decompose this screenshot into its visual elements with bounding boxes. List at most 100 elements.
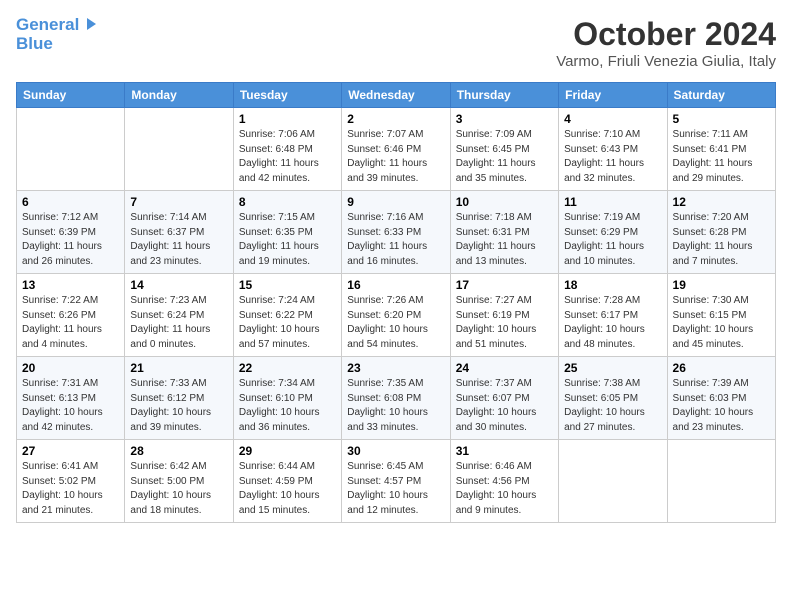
day-number: 12 (673, 195, 770, 209)
calendar-cell: 23 Sunrise: 7:35 AMSunset: 6:08 PMDayligh… (342, 357, 450, 440)
day-info: Sunrise: 7:10 AMSunset: 6:43 PMDaylight:… (564, 128, 661, 186)
day-info: Sunrise: 7:15 AMSunset: 6:35 PMDaylight:… (239, 211, 336, 269)
calendar-table: SundayMondayTuesdayWednesdayThursdayFrid… (16, 82, 776, 523)
day-number: 6 (22, 195, 119, 209)
day-info: Sunrise: 7:23 AMSunset: 6:24 PMDaylight:… (130, 294, 227, 352)
calendar-cell: 31Sunrise: 6:46 AMSunset: 4:56 PMDayligh… (450, 440, 558, 523)
calendar-week-row: 20 Sunrise: 7:31 AMSunset: 6:13 PMDayligh… (17, 357, 776, 440)
calendar-cell: 7 Sunrise: 7:14 AMSunset: 6:37 PMDaylight… (125, 191, 233, 274)
calendar-cell: 11 Sunrise: 7:19 AMSunset: 6:29 PMDayligh… (559, 191, 667, 274)
title-block: October 2024 Varmo, Friuli Venezia Giuli… (556, 16, 776, 70)
day-info: Sunrise: 7:35 AMSunset: 6:08 PMDaylight:… (347, 377, 444, 435)
day-number: 19 (673, 278, 770, 292)
day-number: 2 (347, 112, 444, 126)
logo-arrow-icon (87, 18, 96, 30)
day-number: 5 (673, 112, 770, 126)
logo: General Blue (16, 16, 96, 53)
day-number: 8 (239, 195, 336, 209)
column-header-wednesday: Wednesday (342, 83, 450, 108)
day-number: 28 (130, 444, 227, 458)
logo-line2: Blue (16, 35, 96, 54)
calendar-cell: 13Sunrise: 7:22 AMSunset: 6:26 PMDayligh… (17, 274, 125, 357)
month-title: October 2024 (556, 16, 776, 53)
calendar-cell: 21 Sunrise: 7:33 AMSunset: 6:12 PMDayligh… (125, 357, 233, 440)
day-info: Sunrise: 7:27 AMSunset: 6:19 PMDaylight:… (456, 294, 553, 352)
calendar-cell: 27Sunrise: 6:41 AMSunset: 5:02 PMDayligh… (17, 440, 125, 523)
column-header-friday: Friday (559, 83, 667, 108)
calendar-cell: 16 Sunrise: 7:26 AMSunset: 6:20 PMDayligh… (342, 274, 450, 357)
day-info: Sunrise: 7:24 AMSunset: 6:22 PMDaylight:… (239, 294, 336, 352)
calendar-cell: 8 Sunrise: 7:15 AMSunset: 6:35 PMDaylight… (233, 191, 341, 274)
day-number: 16 (347, 278, 444, 292)
day-info: Sunrise: 6:45 AMSunset: 4:57 PMDaylight:… (347, 460, 444, 518)
day-info: Sunrise: 7:19 AMSunset: 6:29 PMDaylight:… (564, 211, 661, 269)
day-info: Sunrise: 7:06 AMSunset: 6:48 PMDaylight:… (239, 128, 336, 186)
day-info: Sunrise: 7:37 AMSunset: 6:07 PMDaylight:… (456, 377, 553, 435)
calendar-cell: 17 Sunrise: 7:27 AMSunset: 6:19 PMDayligh… (450, 274, 558, 357)
day-info: Sunrise: 7:38 AMSunset: 6:05 PMDaylight:… (564, 377, 661, 435)
day-info: Sunrise: 7:39 AMSunset: 6:03 PMDaylight:… (673, 377, 770, 435)
day-number: 9 (347, 195, 444, 209)
calendar-cell: 18Sunrise: 7:28 AMSunset: 6:17 PMDayligh… (559, 274, 667, 357)
day-number: 18 (564, 278, 661, 292)
day-info: Sunrise: 7:12 AMSunset: 6:39 PMDaylight:… (22, 211, 119, 269)
calendar-cell: 1 Sunrise: 7:06 AMSunset: 6:48 PMDaylight… (233, 108, 341, 191)
day-number: 1 (239, 112, 336, 126)
day-info: Sunrise: 7:20 AMSunset: 6:28 PMDaylight:… (673, 211, 770, 269)
day-info: Sunrise: 7:31 AMSunset: 6:13 PMDaylight:… (22, 377, 119, 435)
day-info: Sunrise: 7:30 AMSunset: 6:15 PMDaylight:… (673, 294, 770, 352)
day-number: 11 (564, 195, 661, 209)
day-info: Sunrise: 7:09 AMSunset: 6:45 PMDaylight:… (456, 128, 553, 186)
column-header-monday: Monday (125, 83, 233, 108)
calendar-week-row: 1 Sunrise: 7:06 AMSunset: 6:48 PMDaylight… (17, 108, 776, 191)
day-number: 3 (456, 112, 553, 126)
day-number: 20 (22, 361, 119, 375)
calendar-cell: 29 Sunrise: 6:44 AMSunset: 4:59 PMDayligh… (233, 440, 341, 523)
day-number: 7 (130, 195, 227, 209)
calendar-cell: 9 Sunrise: 7:16 AMSunset: 6:33 PMDaylight… (342, 191, 450, 274)
calendar-cell: 3 Sunrise: 7:09 AMSunset: 6:45 PMDaylight… (450, 108, 558, 191)
day-number: 23 (347, 361, 444, 375)
calendar-cell: 6 Sunrise: 7:12 AMSunset: 6:39 PMDaylight… (17, 191, 125, 274)
page-header: General Blue October 2024 Varmo, Friuli … (16, 16, 776, 70)
day-number: 30 (347, 444, 444, 458)
calendar-week-row: 6 Sunrise: 7:12 AMSunset: 6:39 PMDaylight… (17, 191, 776, 274)
day-number: 4 (564, 112, 661, 126)
day-number: 17 (456, 278, 553, 292)
calendar-cell: 20 Sunrise: 7:31 AMSunset: 6:13 PMDayligh… (17, 357, 125, 440)
day-number: 22 (239, 361, 336, 375)
calendar-cell (667, 440, 775, 523)
day-info: Sunrise: 6:46 AMSunset: 4:56 PMDaylight:… (456, 460, 553, 518)
day-number: 15 (239, 278, 336, 292)
column-header-tuesday: Tuesday (233, 83, 341, 108)
day-number: 25 (564, 361, 661, 375)
column-header-saturday: Saturday (667, 83, 775, 108)
day-number: 29 (239, 444, 336, 458)
day-info: Sunrise: 6:41 AMSunset: 5:02 PMDaylight:… (22, 460, 119, 518)
calendar-week-row: 27Sunrise: 6:41 AMSunset: 5:02 PMDayligh… (17, 440, 776, 523)
day-info: Sunrise: 7:14 AMSunset: 6:37 PMDaylight:… (130, 211, 227, 269)
day-info: Sunrise: 7:18 AMSunset: 6:31 PMDaylight:… (456, 211, 553, 269)
calendar-cell: 24 Sunrise: 7:37 AMSunset: 6:07 PMDayligh… (450, 357, 558, 440)
day-number: 24 (456, 361, 553, 375)
day-number: 26 (673, 361, 770, 375)
calendar-cell: 4 Sunrise: 7:10 AMSunset: 6:43 PMDaylight… (559, 108, 667, 191)
calendar-cell: 15 Sunrise: 7:24 AMSunset: 6:22 PMDayligh… (233, 274, 341, 357)
day-info: Sunrise: 7:33 AMSunset: 6:12 PMDaylight:… (130, 377, 227, 435)
calendar-cell: 14 Sunrise: 7:23 AMSunset: 6:24 PMDayligh… (125, 274, 233, 357)
day-number: 10 (456, 195, 553, 209)
calendar-cell: 12 Sunrise: 7:20 AMSunset: 6:28 PMDayligh… (667, 191, 775, 274)
day-number: 21 (130, 361, 227, 375)
day-number: 14 (130, 278, 227, 292)
day-info: Sunrise: 7:16 AMSunset: 6:33 PMDaylight:… (347, 211, 444, 269)
calendar-header-row: SundayMondayTuesdayWednesdayThursdayFrid… (17, 83, 776, 108)
calendar-cell: 2 Sunrise: 7:07 AMSunset: 6:46 PMDaylight… (342, 108, 450, 191)
column-header-sunday: Sunday (17, 83, 125, 108)
calendar-cell: 30 Sunrise: 6:45 AMSunset: 4:57 PMDayligh… (342, 440, 450, 523)
day-info: Sunrise: 7:26 AMSunset: 6:20 PMDaylight:… (347, 294, 444, 352)
calendar-cell (17, 108, 125, 191)
day-info: Sunrise: 7:07 AMSunset: 6:46 PMDaylight:… (347, 128, 444, 186)
calendar-cell: 22 Sunrise: 7:34 AMSunset: 6:10 PMDayligh… (233, 357, 341, 440)
day-info: Sunrise: 7:34 AMSunset: 6:10 PMDaylight:… (239, 377, 336, 435)
day-info: Sunrise: 6:44 AMSunset: 4:59 PMDaylight:… (239, 460, 336, 518)
